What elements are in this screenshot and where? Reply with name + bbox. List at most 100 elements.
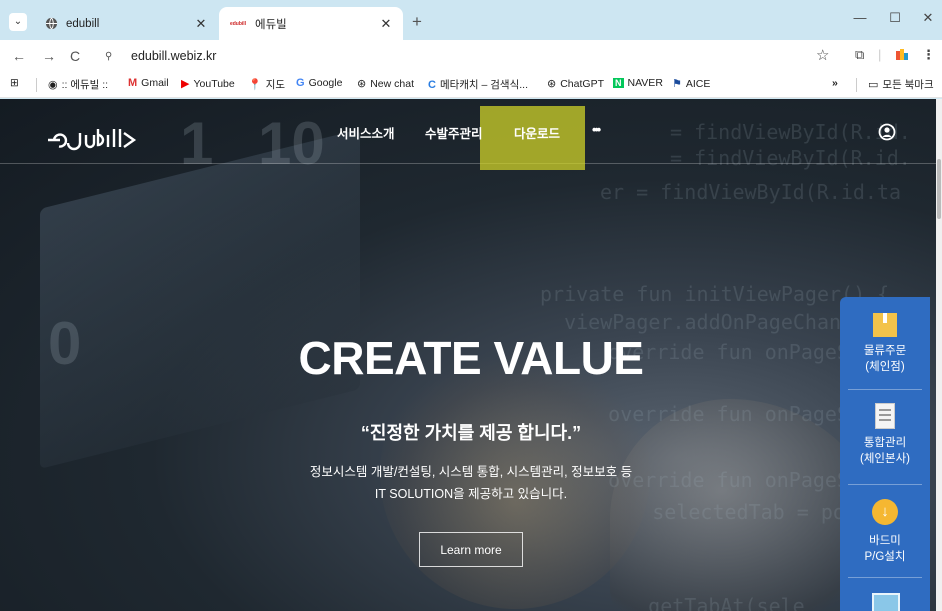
learn-more-button[interactable]: Learn more xyxy=(419,532,523,567)
bookmark-label: ChatGPT xyxy=(560,77,604,90)
background-code: = findViewById(R.id. xyxy=(670,120,911,144)
url-text: edubill.webiz.kr xyxy=(131,49,217,63)
bookmark-label: NAVER xyxy=(627,77,663,89)
background-code: er = findViewById(R.id.ta xyxy=(600,180,902,204)
tab-title: edubill xyxy=(66,17,100,30)
bookmark-edubill[interactable]: ◉:: 에듀빌 :: xyxy=(48,77,108,92)
menu-download[interactable]: 다운로드 xyxy=(514,123,560,142)
header-divider xyxy=(0,163,942,164)
maximize-icon[interactable]: ☐ xyxy=(885,10,905,26)
back-arrow-icon[interactable]: ← xyxy=(12,48,26,64)
browser-toolbar: ← → C ⚲ edubill.webiz.kr ☆ ⧉ | ⋮ xyxy=(0,40,942,72)
menu-more-icon[interactable]: ••• xyxy=(592,123,601,137)
bookmark-naver[interactable]: N NAVER xyxy=(613,77,663,89)
quick-item-label: 물류주문 xyxy=(863,345,907,357)
hero-description: 정보시스템 개발/컨설팅, 시스템 통합, 시스템관리, 정보보호 등 IT S… xyxy=(0,461,942,505)
minimize-icon[interactable]: — xyxy=(850,10,870,25)
monitor-icon[interactable] xyxy=(872,593,900,611)
more-bookmarks-chevron[interactable]: » xyxy=(832,77,838,89)
extensions-puzzle-icon[interactable]: ⧉ xyxy=(855,47,864,63)
edubill-logo-icon xyxy=(48,129,137,151)
quick-menu-panel: 물류주문 (체인점) 통합관리 (체인본사) ↓ 바드미 P/G설치 xyxy=(840,297,930,611)
site-info-icon[interactable]: ⚲ xyxy=(105,48,127,64)
quick-item-integrated-management[interactable]: 통합관리 (체인본사) xyxy=(840,403,930,467)
profile-extension-icon[interactable] xyxy=(895,47,909,64)
bookmark-separator xyxy=(856,78,857,92)
forward-arrow-icon[interactable]: → xyxy=(42,48,56,64)
more-menu-icon[interactable]: ⋮ xyxy=(922,47,935,63)
background-code: getTabAt(sele xyxy=(600,594,805,611)
bookmark-label: 메타캐치 – 검색식... xyxy=(439,79,528,91)
document-icon xyxy=(875,403,895,429)
tab-edubill[interactable]: edubill ✕ xyxy=(36,7,218,40)
scrollbar-thumb[interactable] xyxy=(937,159,941,219)
tab-search-chevron-icon[interactable]: ⌄ xyxy=(9,13,27,31)
apps-grid-icon[interactable]: ⊞ xyxy=(10,77,19,89)
browser-tab-strip: ⌄ edubill ✕ edubill 에듀빌 ✕ + — ☐ ✕ xyxy=(0,0,942,40)
quick-item-label: 통합관리 xyxy=(863,437,907,449)
edubill-logo[interactable] xyxy=(44,127,140,151)
quick-item-sublabel: (체인점) xyxy=(865,361,905,373)
quick-item-sublabel: P/G설치 xyxy=(864,551,906,563)
laptop-image xyxy=(40,129,360,469)
maps-icon: 📍 xyxy=(248,79,262,91)
bookmark-aice[interactable]: ⚑ AICE xyxy=(672,77,711,91)
bookmark-metacatch[interactable]: C 메타캐치 – 검색식... xyxy=(428,77,528,92)
quick-item-label: 바드미 xyxy=(869,535,901,547)
user-account-icon[interactable] xyxy=(878,123,896,141)
menu-order-management[interactable]: 수발주관리 xyxy=(425,123,483,142)
bookmark-label: Google xyxy=(308,77,343,89)
bookmarks-bar: ⊞ ◉:: 에듀빌 :: M Gmail ▶ YouTube 📍 지도 G Google… xyxy=(0,72,942,98)
chatgpt-icon: ⊛ xyxy=(547,78,557,90)
globe-icon xyxy=(44,17,58,31)
aice-icon: ⚑ xyxy=(672,78,682,90)
background-digit: 1 xyxy=(180,110,214,177)
bookmark-label: AICE xyxy=(685,77,711,90)
bookmark-gmail[interactable]: M Gmail xyxy=(128,77,169,89)
bookmark-label: New chat xyxy=(370,77,414,90)
bookmark-label: 지도 xyxy=(265,79,286,91)
quick-item-sublabel: (체인본사) xyxy=(860,453,910,465)
menu-service-intro[interactable]: 서비스소개 xyxy=(337,123,395,142)
close-window-icon[interactable]: ✕ xyxy=(918,10,938,26)
chatgpt-icon: ⊛ xyxy=(357,78,367,90)
background-code: private fun initViewPager() { xyxy=(540,282,890,306)
hero-subtitle: “진정한 가치를 제공 합니다.” xyxy=(360,423,582,443)
toolbar-divider: | xyxy=(878,47,882,62)
naver-icon: N xyxy=(613,78,624,88)
hero-section: 1 10 0 = findViewById(R.id. = findViewBy… xyxy=(0,99,942,611)
quick-divider xyxy=(848,389,922,390)
globe-icon: ◉ xyxy=(48,79,58,91)
address-bar[interactable]: ⚲ edubill.webiz.kr xyxy=(97,44,842,68)
bookmark-star-icon[interactable]: ☆ xyxy=(816,46,829,64)
bookmark-label: 모든 북마크 xyxy=(882,79,934,91)
hero-title: CREATE VALUE xyxy=(298,332,644,384)
background-digit: 10 xyxy=(258,110,325,177)
page-scrollbar[interactable] xyxy=(936,99,942,611)
tab-title: 에듀빌 xyxy=(255,18,287,31)
bookmark-label: :: 에듀빌 :: xyxy=(61,79,109,91)
bookmark-chatgpt[interactable]: ⊛ ChatGPT xyxy=(547,77,604,91)
reload-icon[interactable]: C xyxy=(70,48,80,64)
bookmark-separator xyxy=(36,78,37,92)
youtube-icon: ▶ xyxy=(181,78,190,90)
hero-description-line: 정보시스템 개발/컨설팅, 시스템 통합, 시스템관리, 정보보호 등 xyxy=(309,465,633,479)
quick-item-logistics-order[interactable]: 물류주문 (체인점) xyxy=(840,313,930,375)
bookmark-google[interactable]: G Google xyxy=(296,77,342,89)
google-icon: G xyxy=(296,77,305,89)
close-tab-icon[interactable]: ✕ xyxy=(192,16,210,32)
tab-edubill-korean[interactable]: edubill 에듀빌 ✕ xyxy=(219,7,403,40)
close-tab-icon[interactable]: ✕ xyxy=(377,16,395,32)
favicon-text: edubill xyxy=(229,20,247,27)
download-icon: ↓ xyxy=(872,499,898,525)
bookmark-new-chat[interactable]: ⊛ New chat xyxy=(357,77,414,91)
quick-divider xyxy=(848,577,922,578)
new-tab-plus-icon[interactable]: + xyxy=(412,12,422,32)
quick-divider xyxy=(848,484,922,485)
all-bookmarks-folder[interactable]: ▭ 모든 북마크 xyxy=(868,77,934,92)
bookmark-youtube[interactable]: ▶ YouTube xyxy=(181,77,235,91)
edubill-favicon-icon: edubill xyxy=(229,17,247,31)
bookmark-maps[interactable]: 📍 지도 xyxy=(248,77,285,92)
quick-item-badmi-install[interactable]: ↓ 바드미 P/G설치 xyxy=(840,499,930,565)
gmail-icon: M xyxy=(128,77,138,89)
